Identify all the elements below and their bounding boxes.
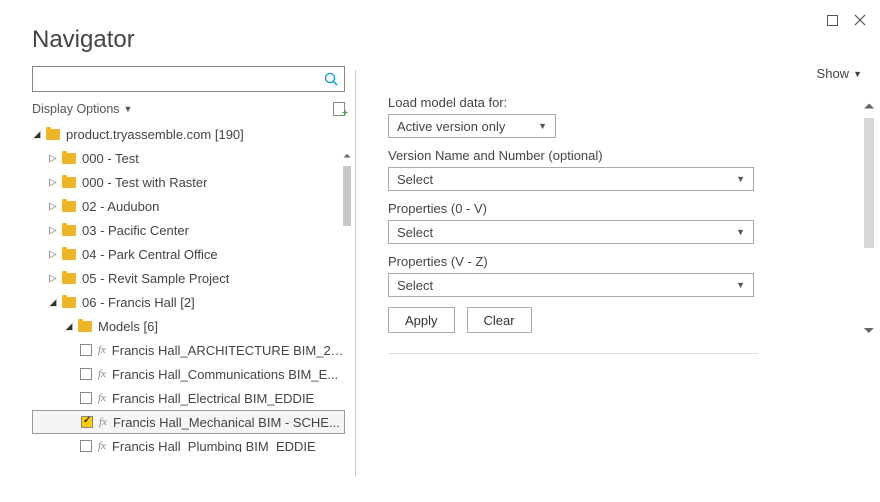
tree-node[interactable]: 03 - Pacific Center xyxy=(32,218,345,242)
expand-icon[interactable] xyxy=(48,201,58,212)
scroll-up-icon[interactable]: ⏶ xyxy=(343,148,351,164)
props2-dropdown[interactable]: Select ▼ xyxy=(388,273,754,297)
chevron-down-icon: ▼ xyxy=(538,121,547,131)
expand-icon[interactable] xyxy=(64,321,74,332)
search-input[interactable] xyxy=(32,66,345,92)
fx-icon: fx xyxy=(98,440,106,452)
expand-icon[interactable] xyxy=(48,273,58,284)
search-icon xyxy=(324,72,338,86)
tree-root[interactable]: product.tryassemble.com [190] xyxy=(32,122,345,146)
tree-leaf[interactable]: fxFrancis Hall_Communications BIM_E... xyxy=(32,362,345,386)
expand-icon[interactable] xyxy=(48,297,58,308)
props1-dropdown[interactable]: Select ▼ xyxy=(388,220,754,244)
props2-value: Select xyxy=(397,278,433,293)
folder-icon xyxy=(62,225,76,236)
tree-node[interactable]: 000 - Test with Raster xyxy=(32,170,345,194)
tree-leaf[interactable]: fxFrancis Hall_Plumbing BIM_EDDIE xyxy=(32,434,345,452)
chevron-down-icon: ▼ xyxy=(736,174,745,184)
scroll-up-icon[interactable]: ⏶ xyxy=(863,98,874,114)
close-icon xyxy=(854,14,866,26)
expand-icon[interactable] xyxy=(48,225,58,236)
tree-view: product.tryassemble.com [190] 000 - Test… xyxy=(32,122,345,452)
checkbox-checked[interactable] xyxy=(81,416,93,428)
folder-icon xyxy=(62,273,76,284)
checkbox[interactable] xyxy=(80,344,92,356)
folder-icon xyxy=(46,129,60,140)
tree-node-models[interactable]: Models [6] xyxy=(32,314,345,338)
folder-icon xyxy=(62,177,76,188)
expand-icon[interactable] xyxy=(32,129,42,140)
show-label: Show xyxy=(817,66,850,81)
expand-icon[interactable] xyxy=(48,177,58,188)
tree-node[interactable]: 04 - Park Central Office xyxy=(32,242,345,266)
tree-leaf[interactable]: fxFrancis Hall_ARCHITECTURE BIM_20... xyxy=(32,338,345,362)
chevron-down-icon: ▼ xyxy=(124,104,133,114)
maximize-button[interactable] xyxy=(824,12,840,28)
tree-leaf[interactable]: fxFrancis Hall_Electrical BIM_EDDIE xyxy=(32,386,345,410)
page-title: Navigator xyxy=(32,8,135,54)
display-options-dropdown[interactable]: Display Options ▼ xyxy=(32,102,132,116)
maximize-icon xyxy=(827,15,838,26)
scroll-down-icon[interactable]: ⏷ xyxy=(863,322,874,338)
props1-value: Select xyxy=(397,225,433,240)
load-dropdown[interactable]: Active version only ▼ xyxy=(388,114,556,138)
clear-button[interactable]: Clear xyxy=(467,307,532,333)
close-button[interactable] xyxy=(852,12,868,28)
tree-node[interactable]: 05 - Revit Sample Project xyxy=(32,266,345,290)
load-value: Active version only xyxy=(397,119,505,134)
scroll-thumb[interactable] xyxy=(343,166,351,226)
fx-icon: fx xyxy=(98,344,106,356)
tree-node-francis[interactable]: 06 - Francis Hall [2] xyxy=(32,290,345,314)
checkbox[interactable] xyxy=(80,440,92,452)
separator xyxy=(388,353,758,354)
fx-icon: fx xyxy=(99,416,107,428)
apply-button[interactable]: Apply xyxy=(388,307,455,333)
expand-icon[interactable] xyxy=(48,249,58,260)
new-file-icon[interactable] xyxy=(333,102,345,116)
fx-icon: fx xyxy=(98,392,106,404)
fx-icon: fx xyxy=(98,368,106,380)
tree-leaf-selected[interactable]: fxFrancis Hall_Mechanical BIM - SCHE... xyxy=(32,410,345,434)
load-label: Load model data for: xyxy=(388,95,862,110)
right-scrollbar[interactable]: ⏶ ⏷ xyxy=(860,98,878,338)
chevron-down-icon: ▼ xyxy=(736,227,745,237)
checkbox[interactable] xyxy=(80,368,92,380)
expand-icon[interactable] xyxy=(48,153,58,164)
tree-node[interactable]: 02 - Audubon xyxy=(32,194,345,218)
chevron-down-icon: ▼ xyxy=(853,69,862,79)
version-label: Version Name and Number (optional) xyxy=(388,148,862,163)
show-dropdown[interactable]: Show ▼ xyxy=(817,66,862,81)
props1-label: Properties (0 - V) xyxy=(388,201,862,216)
chevron-down-icon: ▼ xyxy=(736,280,745,290)
tree-node[interactable]: 000 - Test xyxy=(32,146,345,170)
folder-icon xyxy=(62,201,76,212)
left-scrollbar[interactable]: ⏶ xyxy=(339,148,355,468)
folder-icon xyxy=(62,153,76,164)
folder-icon xyxy=(62,297,76,308)
checkbox[interactable] xyxy=(80,392,92,404)
display-options-label: Display Options xyxy=(32,102,120,116)
props2-label: Properties (V - Z) xyxy=(388,254,862,269)
version-dropdown[interactable]: Select ▼ xyxy=(388,167,754,191)
scroll-thumb[interactable] xyxy=(864,118,874,248)
folder-icon xyxy=(62,249,76,260)
folder-icon xyxy=(78,321,92,332)
version-value: Select xyxy=(397,172,433,187)
